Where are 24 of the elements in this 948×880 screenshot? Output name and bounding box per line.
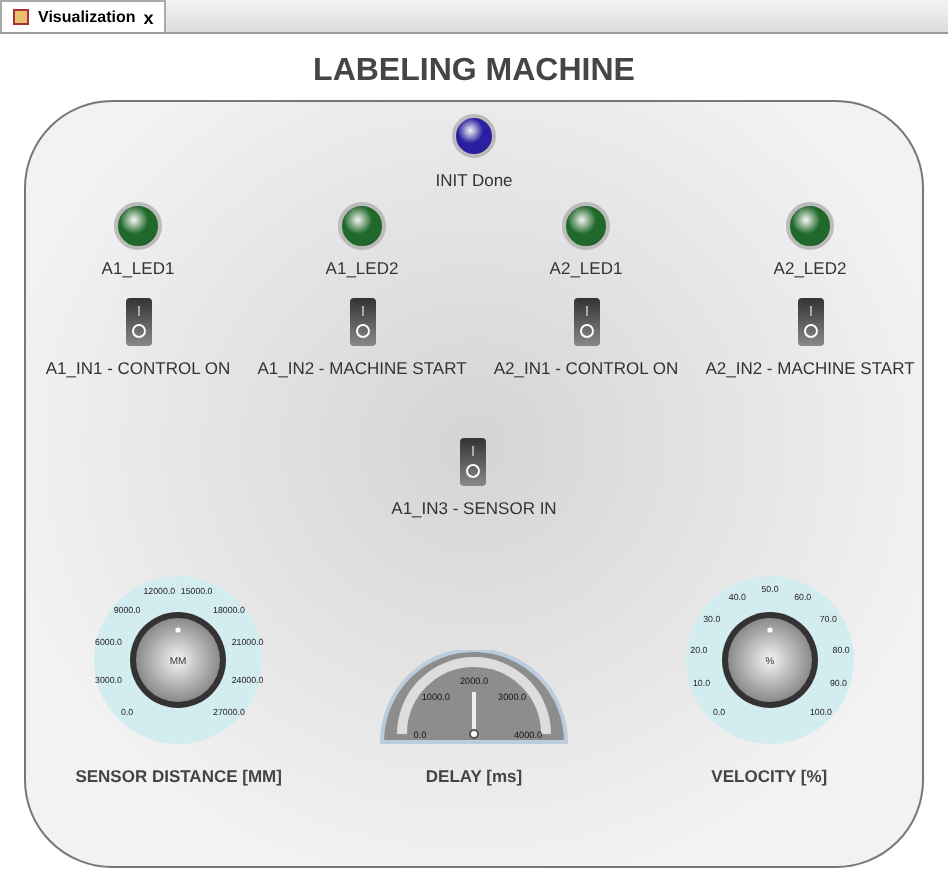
switch-label: A1_IN2 - MACHINE START (257, 358, 467, 378)
dial-label: SENSOR DISTANCE [MM] (75, 766, 282, 786)
switch-label: A1_IN1 - CONTROL ON (45, 358, 231, 378)
knob-dial[interactable] (130, 612, 227, 708)
visualization-tab[interactable]: Visualization x (0, 0, 166, 32)
toggle-switch[interactable] (797, 298, 823, 346)
light-label: A2_LED2 (773, 258, 847, 278)
switch-label: A2_IN2 - MACHINE START (705, 358, 915, 378)
switch-label: A1_IN3 - SENSOR IN (391, 498, 557, 518)
knob-dial[interactable] (721, 612, 818, 708)
switch-label: A2_IN1 - CONTROL ON (493, 358, 679, 378)
toggle-switch[interactable] (349, 298, 375, 346)
close-icon[interactable]: x (143, 7, 154, 27)
toggle-switch[interactable] (573, 298, 599, 346)
dial-label: VELOCITY [%] (711, 766, 828, 786)
document-icon (12, 8, 30, 26)
toggle-switch[interactable] (460, 438, 487, 486)
light-label: A1_LED2 (325, 258, 399, 278)
page-title: LABELING MACHINE (311, 54, 637, 90)
toggle-switch[interactable] (125, 298, 151, 346)
light-label: A2_LED1 (549, 258, 623, 278)
light-label: A1_LED1 (101, 258, 175, 278)
light-label: INIT Done (435, 170, 513, 190)
dial-label: DELAY [ms] (425, 766, 523, 786)
